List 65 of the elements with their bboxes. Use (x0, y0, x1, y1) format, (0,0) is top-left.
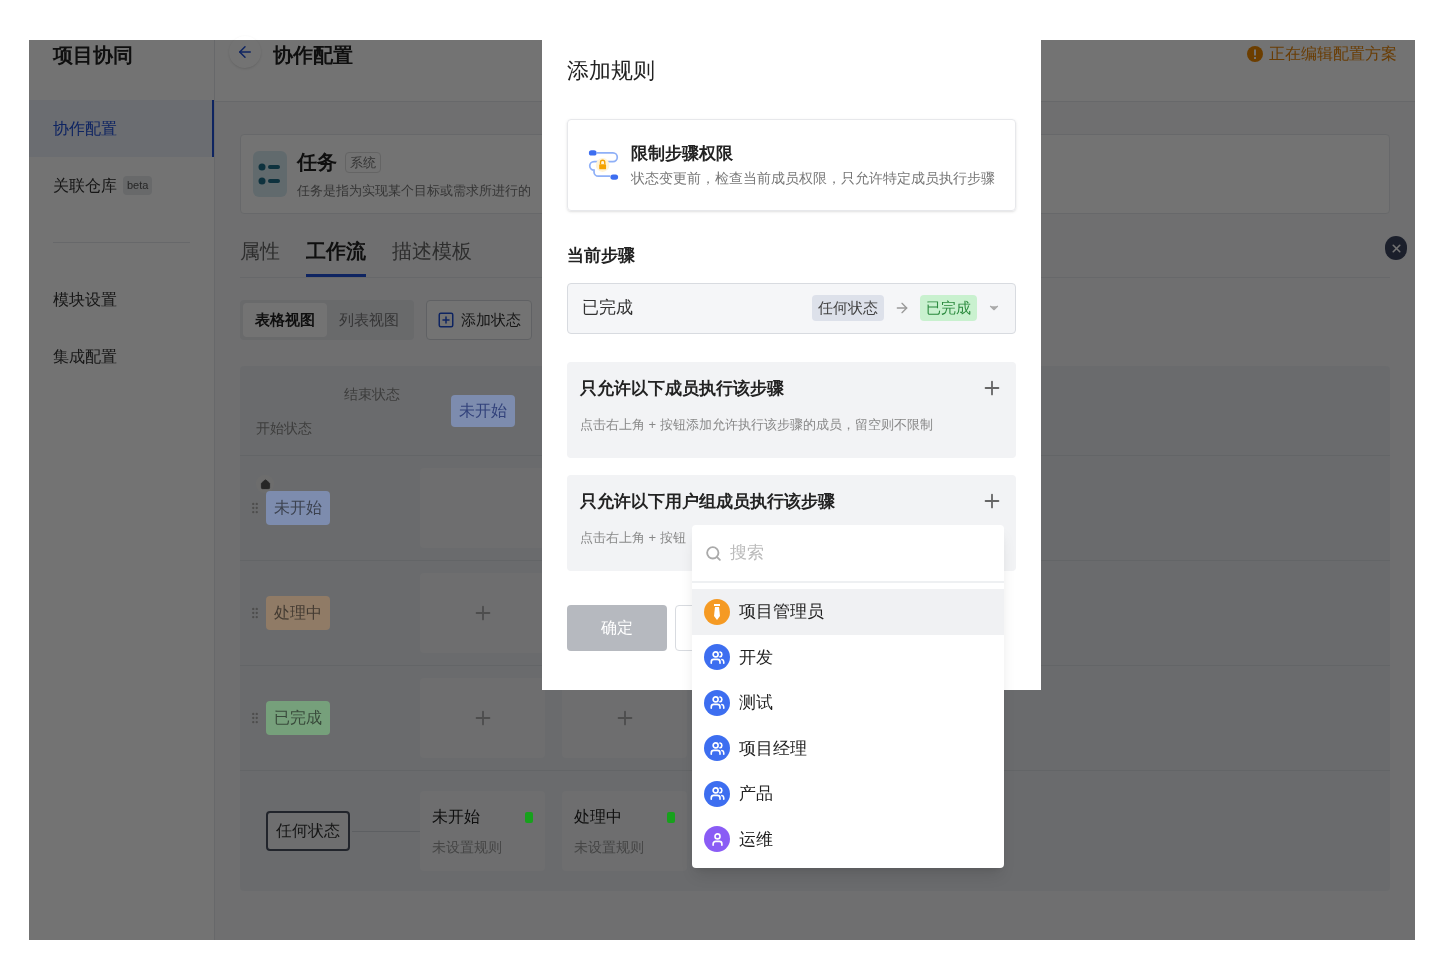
group-option[interactable]: 项目管理员 (692, 589, 1004, 635)
from-state-chip: 任何状态 (812, 294, 884, 322)
to-state-chip: 已完成 (920, 294, 977, 322)
group-avatar-icon (704, 735, 730, 762)
group-option[interactable]: 测试 (692, 680, 1004, 726)
close-icon (1389, 241, 1403, 255)
step-label: 当前步骤 (567, 245, 636, 267)
page-title: 协作配置 (273, 43, 353, 68)
add-icon (437, 311, 455, 329)
sidebar-item[interactable]: 模块设置 (29, 271, 214, 328)
sidebar-item[interactable]: 协作配置 (29, 100, 214, 157)
rule-title: 限制步骤权限 (631, 142, 734, 165)
option-label: 开发 (739, 646, 773, 669)
system-tag: 系统 (345, 151, 381, 173)
editing-notice: 正在编辑配置方案 (1269, 44, 1397, 64)
option-label: 项目经理 (739, 737, 807, 760)
tab[interactable]: 工作流 (306, 236, 366, 277)
rule-description: 状态变更前，检查当前成员权限，只允许特定成员执行步骤 (631, 169, 995, 189)
add-rule-cell[interactable] (420, 573, 545, 653)
app-title: 项目协同 (51, 43, 134, 68)
dialog-title: 添加规则 (567, 57, 656, 85)
sidebar-item[interactable]: 关联仓库 beta (29, 157, 214, 214)
group-avatar-icon (704, 780, 730, 807)
sidebar-label: 关联仓库 (53, 175, 117, 196)
search-field[interactable]: 搜索 (730, 540, 991, 566)
any-state-box: 任何状态 (266, 811, 350, 851)
group-avatar-icon (704, 689, 730, 716)
list-icon (253, 151, 287, 197)
sidebar-label: 协作配置 (53, 118, 117, 139)
group-option[interactable]: 开发 (692, 634, 1004, 680)
option-label: 产品 (739, 783, 773, 805)
tie-avatar-icon (704, 598, 730, 625)
add-state-button[interactable]: 添加状态 (426, 300, 532, 340)
option-label: 项目管理员 (739, 601, 824, 623)
sidebar-item[interactable]: 集成配置 (29, 328, 214, 385)
option-label: 运维 (739, 828, 773, 851)
group-avatar-icon (704, 644, 730, 671)
state-tag: 处理中 (266, 596, 330, 630)
option-label: 测试 (739, 692, 773, 714)
step-select[interactable]: 已完成 任何状态 已完成 (567, 282, 1016, 334)
group-option[interactable]: 项目经理 (692, 725, 1004, 771)
sidebar-label: 集成配置 (53, 346, 117, 367)
view-option[interactable]: 表格视图 (243, 303, 327, 337)
group-option[interactable]: 产品 (692, 771, 1004, 817)
section-hint: 点击右上角 + 按钮添加允许执行该步骤的成员，留空则不限制 (580, 416, 933, 434)
search-icon (705, 544, 722, 562)
transition-state: 处理中 (574, 807, 622, 827)
state-tag: 未开始 (450, 394, 515, 427)
step-value: 已完成 (582, 297, 634, 320)
tab[interactable]: 属性 (240, 236, 280, 277)
sidebar-label: 模块设置 (53, 289, 117, 310)
section-hint: 点击右上角 + 按钮 (580, 529, 686, 547)
type-name: 任务 (297, 150, 337, 176)
user-avatar-icon (704, 826, 730, 853)
section-title: 只允许以下用户组成员执行该步骤 (580, 490, 835, 513)
close-button[interactable] (1385, 236, 1407, 260)
state-tag: 已完成 (266, 701, 330, 735)
add-rule-cell[interactable] (420, 678, 545, 758)
section-title: 只允许以下成员执行该步骤 (580, 377, 784, 400)
group-option[interactable]: 运维 (692, 816, 1004, 862)
warning-icon (1247, 46, 1263, 62)
beta-badge: beta (123, 176, 153, 195)
state-tag: 未开始 (266, 491, 330, 525)
transition-state: 未开始 (432, 807, 480, 827)
tab[interactable]: 描述模板 (392, 236, 472, 277)
